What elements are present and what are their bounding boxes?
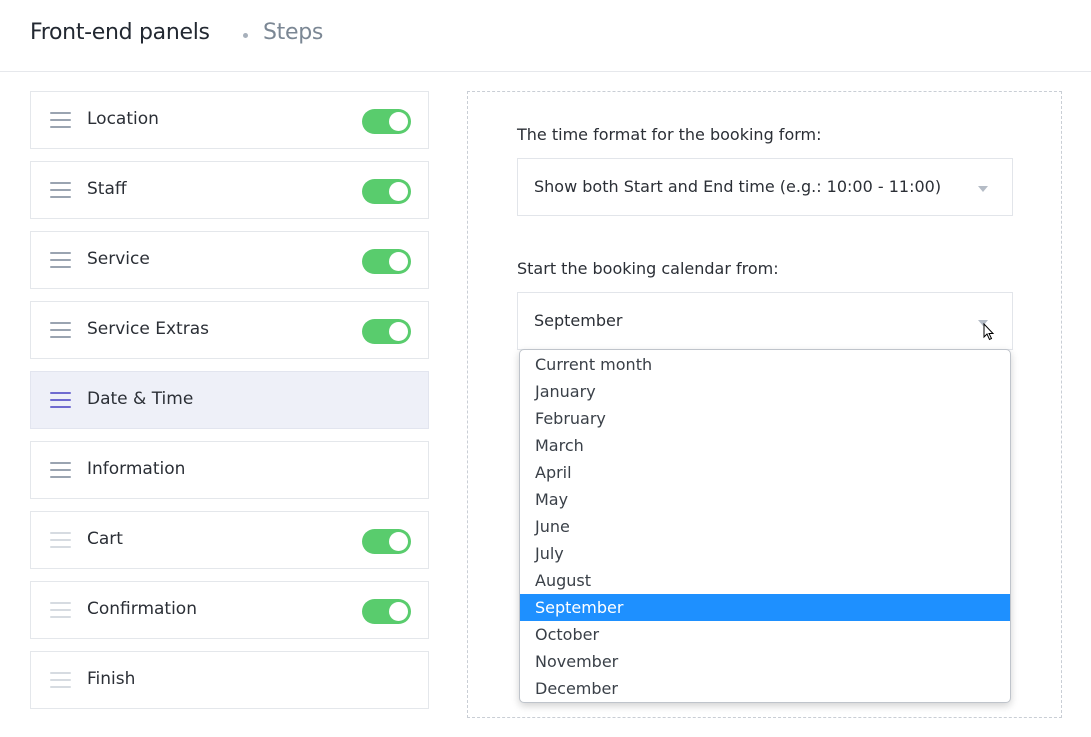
dropdown-option[interactable]: January — [520, 378, 1010, 405]
breadcrumb-separator — [243, 33, 248, 38]
dropdown-option[interactable]: March — [520, 432, 1010, 459]
dropdown-option[interactable]: November — [520, 648, 1010, 675]
dropdown-option[interactable]: April — [520, 459, 1010, 486]
step-item[interactable]: Information — [30, 441, 429, 499]
chevron-down-icon — [978, 186, 988, 192]
drag-handle-icon[interactable] — [50, 462, 71, 478]
step-label: Finish — [87, 669, 136, 689]
calendar-start-dropdown[interactable]: Current month January February March April Ma… — [519, 349, 1011, 703]
step-item[interactable]: Service — [30, 231, 429, 289]
toggle-knob — [389, 252, 408, 271]
drag-handle-icon[interactable] — [50, 112, 71, 128]
step-item[interactable]: Service Extras — [30, 301, 429, 359]
drag-handle-icon[interactable] — [50, 322, 71, 338]
step-label: Service Extras — [87, 319, 209, 339]
step-toggle[interactable] — [362, 109, 411, 134]
calendar-start-value: September — [534, 311, 623, 330]
step-toggle[interactable] — [362, 599, 411, 624]
time-format-label: The time format for the booking form: — [517, 125, 822, 144]
step-toggle[interactable] — [362, 249, 411, 274]
step-label: Confirmation — [87, 599, 197, 619]
drag-handle-icon[interactable] — [50, 532, 71, 548]
dropdown-option[interactable]: February — [520, 405, 1010, 432]
dropdown-option[interactable]: October — [520, 621, 1010, 648]
calendar-start-label: Start the booking calendar from: — [517, 259, 779, 278]
drag-handle-icon[interactable] — [50, 392, 71, 408]
time-format-select[interactable]: Show both Start and End time (e.g.: 10:0… — [517, 158, 1013, 216]
dropdown-option[interactable]: December — [520, 675, 1010, 702]
step-label: Information — [87, 459, 186, 479]
drag-handle-icon[interactable] — [50, 672, 71, 688]
step-label: Location — [87, 109, 159, 129]
mouse-cursor-icon — [983, 323, 995, 341]
drag-handle-icon[interactable] — [50, 252, 71, 268]
step-item[interactable]: Location — [30, 91, 429, 149]
page-header: Front-end panels Steps — [0, 0, 1091, 72]
step-toggle[interactable] — [362, 179, 411, 204]
step-label: Service — [87, 249, 150, 269]
step-item[interactable]: Confirmation — [30, 581, 429, 639]
drag-handle-icon[interactable] — [50, 182, 71, 198]
dropdown-option[interactable]: July — [520, 540, 1010, 567]
dropdown-option[interactable]: September — [520, 594, 1010, 621]
toggle-knob — [389, 602, 408, 621]
drag-handle-icon[interactable] — [50, 602, 71, 618]
step-item[interactable]: Cart — [30, 511, 429, 569]
calendar-start-select[interactable]: September — [517, 292, 1013, 350]
time-format-value: Show both Start and End time (e.g.: 10:0… — [534, 177, 942, 196]
step-label: Cart — [87, 529, 123, 549]
step-label: Date & Time — [87, 389, 194, 409]
step-toggle[interactable] — [362, 529, 411, 554]
step-item[interactable]: Staff — [30, 161, 429, 219]
dropdown-option[interactable]: Current month — [520, 351, 1010, 378]
toggle-knob — [389, 112, 408, 131]
step-item[interactable]: Finish — [30, 651, 429, 709]
dropdown-option[interactable]: May — [520, 486, 1010, 513]
page-title: Front-end panels — [30, 20, 210, 45]
step-label: Staff — [87, 179, 127, 199]
toggle-knob — [389, 182, 408, 201]
steps-list: Location Staff Service Service Extras Date &… — [30, 91, 429, 721]
toggle-knob — [389, 532, 408, 551]
toggle-knob — [389, 322, 408, 341]
dropdown-option[interactable]: June — [520, 513, 1010, 540]
page-subtitle: Steps — [263, 20, 324, 45]
step-toggle[interactable] — [362, 319, 411, 344]
dropdown-option[interactable]: August — [520, 567, 1010, 594]
step-item[interactable]: Date & Time — [30, 371, 429, 429]
